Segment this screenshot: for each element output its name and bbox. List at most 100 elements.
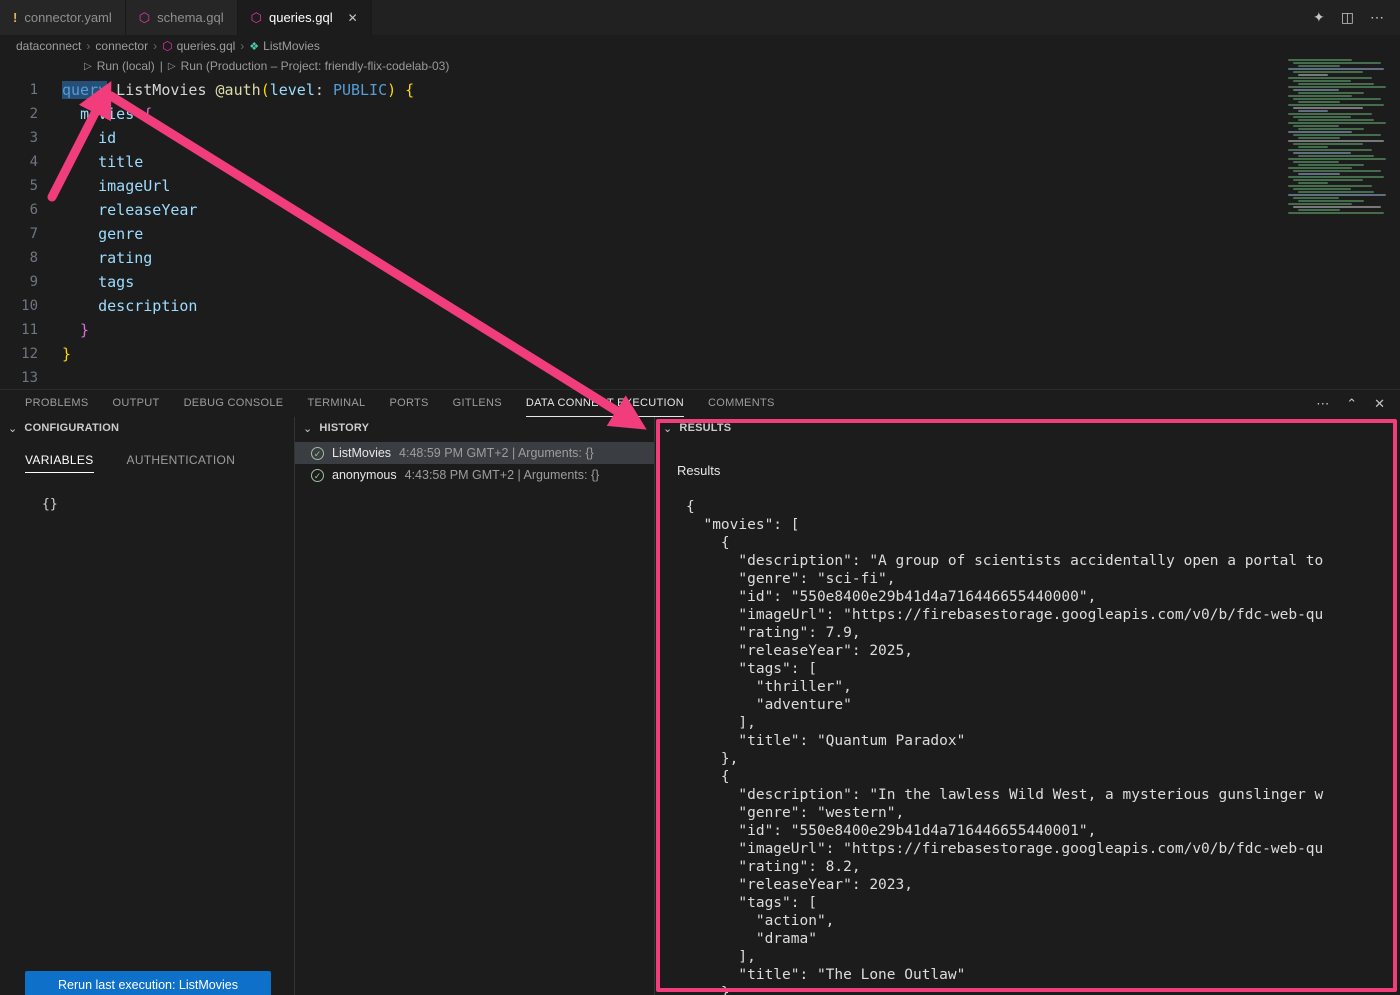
configuration-header[interactable]: ⌄ CONFIGURATION (0, 417, 294, 439)
run-production-link[interactable]: Run (Production – Project: friendly-flix… (181, 59, 450, 73)
tab-bar-actions: ✦ ◫ ⋯ (1313, 0, 1400, 35)
breadcrumb: dataconnect›connector›⬡queries.gql›❖List… (0, 35, 1400, 57)
tab-label: schema.gql (157, 10, 223, 25)
minimap-line (1288, 194, 1386, 196)
tab-schema-gql[interactable]: ⬡ schema.gql (126, 0, 238, 35)
code-text: } (62, 342, 71, 366)
minimap-line (1293, 71, 1363, 73)
code-line: 12} (0, 342, 1400, 366)
config-tab-variables[interactable]: VARIABLES (25, 453, 94, 473)
minimap-line (1298, 182, 1328, 184)
panel-tab-terminal[interactable]: TERMINAL (307, 390, 365, 417)
breadcrumb-label: dataconnect (16, 39, 81, 53)
tab-connector-yaml[interactable]: !connector.yaml (0, 0, 126, 35)
breadcrumb-item-queries-gql[interactable]: ⬡queries.gql (162, 39, 235, 53)
more-actions-icon[interactable]: ⋯ (1316, 396, 1329, 412)
code-line: 3 id (0, 126, 1400, 150)
minimap-line (1293, 188, 1351, 190)
minimap-line (1288, 68, 1384, 70)
tab-label: queries.gql (269, 10, 333, 25)
check-circle-icon: ✓ (311, 447, 324, 460)
section-title: CONFIGURATION (24, 422, 119, 434)
panel-tab-gitlens[interactable]: GITLENS (453, 390, 502, 417)
minimap-line (1288, 158, 1386, 160)
panel-tab-comments[interactable]: COMMENTS (708, 390, 775, 417)
minimap-line (1298, 119, 1374, 121)
minimap-line (1298, 101, 1340, 103)
split-editor-icon[interactable]: ◫ (1341, 9, 1354, 26)
close-panel-icon[interactable]: ✕ (1374, 396, 1385, 412)
minimap-line (1288, 203, 1352, 205)
play-icon: ▷ (168, 61, 176, 72)
chevron-down-icon: ⌄ (8, 422, 17, 435)
panel-tab-ports[interactable]: PORTS (389, 390, 428, 417)
rerun-button[interactable]: Rerun last execution: ListMovies (25, 971, 271, 995)
code-editor[interactable]: ▷ Run (local) | ▷ Run (Production – Proj… (0, 57, 1400, 389)
close-icon[interactable]: ✕ (348, 11, 358, 25)
panel-tab-debug-console[interactable]: DEBUG CONSOLE (184, 390, 284, 417)
minimap-line (1288, 95, 1352, 97)
panel-tab-problems[interactable]: PROBLEMS (25, 390, 89, 417)
panel-tab-output[interactable]: OUTPUT (113, 390, 160, 417)
history-entry[interactable]: ✓ListMovies4:48:59 PM GMT+2 | Arguments:… (295, 442, 654, 464)
breadcrumb-item-listmovies[interactable]: ❖ListMovies (249, 39, 320, 53)
breadcrumb-item-connector[interactable]: connector (95, 39, 148, 53)
check-circle-icon: ✓ (311, 469, 324, 482)
codelens-divider: | (160, 59, 163, 73)
panel-tab-bar: PROBLEMS OUTPUT DEBUG CONSOLE TERMINAL PORTS… (0, 390, 1400, 417)
editor-tab-bar: !connector.yaml⬡schema.gql⬡queries.gql✕ … (0, 0, 1400, 35)
chevron-down-icon: ⌄ (303, 422, 312, 435)
line-number: 2 (0, 102, 62, 126)
sparkle-icon[interactable]: ✦ (1313, 9, 1325, 26)
line-number: 10 (0, 294, 62, 318)
minimap-line (1293, 206, 1381, 208)
minimap-line (1288, 149, 1372, 151)
breadcrumb-item-dataconnect[interactable]: dataconnect (16, 39, 81, 53)
configuration-section: ⌄ CONFIGURATION VARIABLESAUTHENTICATION … (0, 417, 295, 995)
minimap-line (1293, 152, 1351, 154)
graphql-icon: ⬡ (139, 10, 150, 26)
configuration-tabs: VARIABLES AUTHENTICATION (25, 453, 294, 473)
results-header[interactable]: ⌄ RESULTS (655, 417, 1400, 439)
code-line: 4 title (0, 150, 1400, 174)
history-header[interactable]: ⌄ HISTORY (295, 417, 654, 439)
graphql-icon: ⬡ (162, 39, 172, 53)
minimap-line (1298, 137, 1340, 139)
line-number: 13 (0, 366, 62, 389)
minimap[interactable] (1283, 57, 1400, 239)
more-actions-icon[interactable]: ⋯ (1370, 9, 1384, 26)
panel-body: ⌄ CONFIGURATION VARIABLESAUTHENTICATION … (0, 417, 1400, 995)
minimap-line (1298, 146, 1328, 148)
minimap-line (1293, 161, 1339, 163)
chevron-down-icon: ⌄ (663, 422, 672, 435)
minimap-line (1298, 173, 1340, 175)
minimap-line (1288, 131, 1352, 133)
variables-value[interactable]: {} (42, 497, 294, 512)
panel-tab-data-connect-execution[interactable]: DATA CONNECT EXECUTION (526, 390, 684, 417)
run-local-link[interactable]: Run (local) (97, 59, 155, 73)
code-line: 11 } (0, 318, 1400, 342)
code-text: query ListMovies @auth(level: PUBLIC) { (62, 78, 414, 102)
line-number: 12 (0, 342, 62, 366)
code-line: 8 rating (0, 246, 1400, 270)
maximize-panel-icon[interactable]: ⌃ (1346, 396, 1357, 412)
results-title: Results (677, 463, 720, 478)
history-section: ⌄ HISTORY ✓ListMovies4:48:59 PM GMT+2 | … (295, 417, 655, 995)
config-tab-authentication[interactable]: AUTHENTICATION (127, 453, 236, 473)
line-number: 5 (0, 174, 62, 198)
line-number: 6 (0, 198, 62, 222)
code-line: 2 movies { (0, 102, 1400, 126)
code-line: 9 tags (0, 270, 1400, 294)
line-number: 1 (0, 78, 62, 102)
history-name: anonymous (332, 468, 397, 482)
code-line: 1query ListMovies @auth(level: PUBLIC) { (0, 78, 1400, 102)
minimap-line (1288, 59, 1352, 61)
code-text: description (62, 294, 197, 318)
history-entry[interactable]: ✓anonymous4:43:58 PM GMT+2 | Arguments: … (295, 464, 654, 486)
minimap-line (1293, 98, 1381, 100)
line-number: 8 (0, 246, 62, 270)
tab-queries-gql[interactable]: ⬡queries.gql✕ (238, 0, 372, 35)
minimap-line (1298, 128, 1364, 130)
code-text: } (62, 318, 89, 342)
minimap-line (1293, 107, 1363, 109)
